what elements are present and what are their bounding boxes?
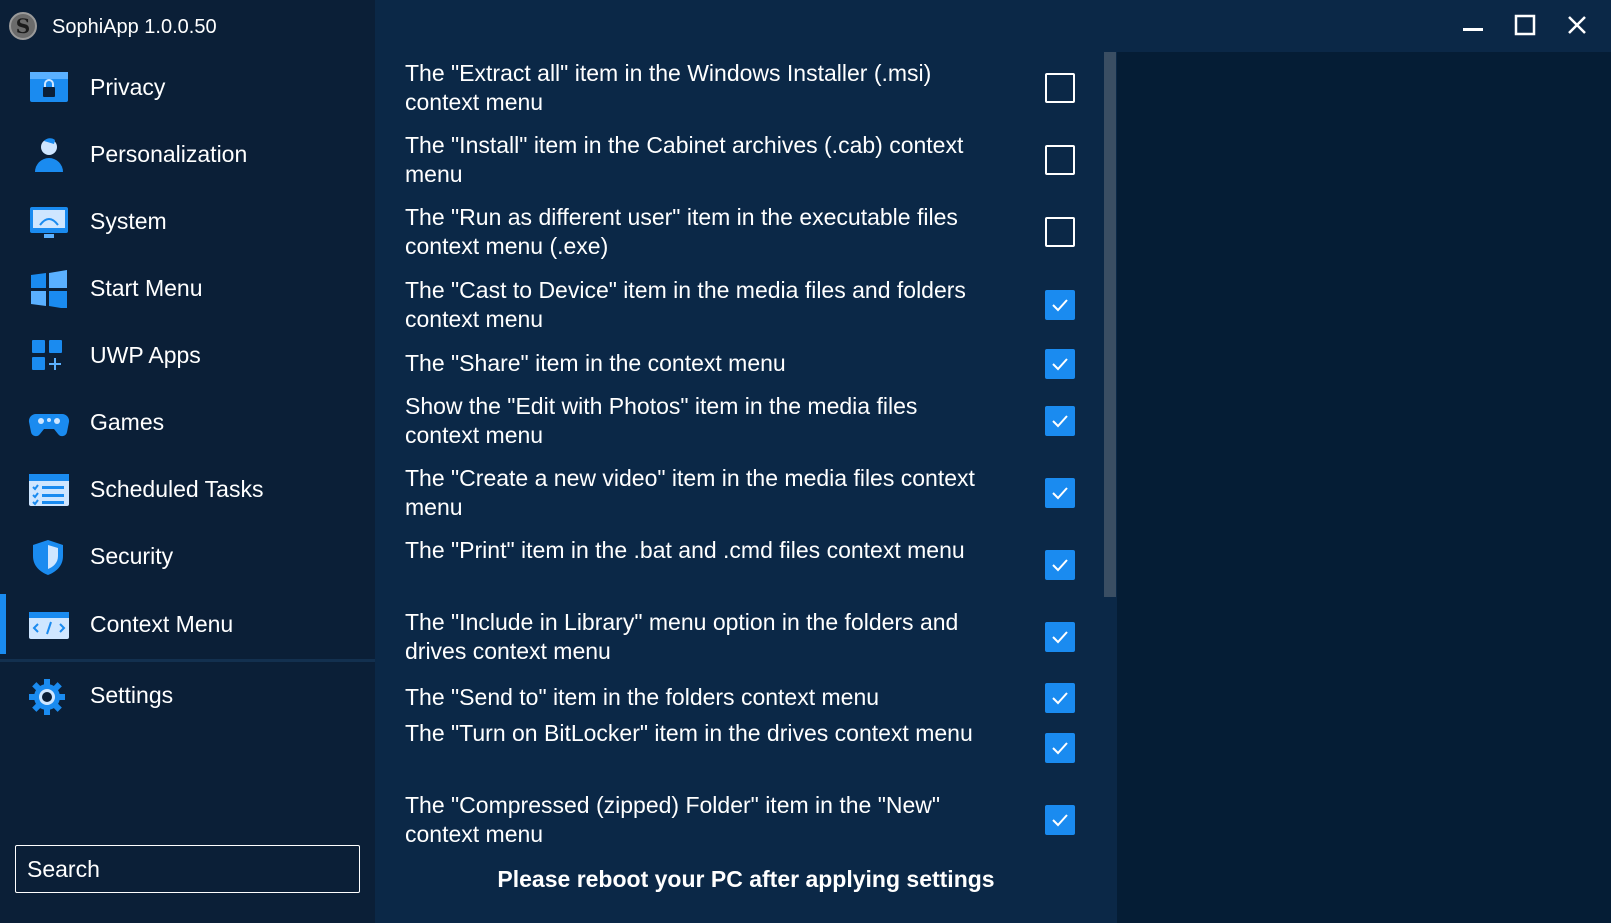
minimize-button[interactable] (1453, 9, 1493, 43)
sidebar-item-settings[interactable]: Settings (0, 665, 375, 725)
system-icon (28, 203, 70, 241)
context-menu-option-row[interactable]: The "Run as different user" item in the … (405, 203, 1095, 263)
sidebar-item-label: Settings (90, 681, 174, 708)
sidebar-item-label: Scheduled Tasks (90, 475, 264, 502)
sidebar-item-security[interactable]: Security (0, 526, 375, 586)
option-checkbox[interactable] (1045, 478, 1075, 508)
option-label: The "Turn on BitLocker" item in the driv… (405, 720, 973, 746)
option-checkbox[interactable] (1045, 406, 1075, 436)
sidebar-item-start-menu[interactable]: Start Menu (0, 258, 375, 318)
shield-icon (28, 538, 70, 576)
scrollbar-thumb[interactable] (1104, 52, 1116, 597)
sidebar-item-context-menu[interactable]: Context Menu (0, 594, 375, 654)
context-menu-option-row[interactable]: The "Create a new video" item in the med… (405, 464, 1095, 524)
option-checkbox[interactable] (1045, 683, 1075, 713)
minimize-icon (1463, 28, 1483, 31)
search-input[interactable] (15, 845, 360, 893)
context-menu-icon (28, 606, 70, 644)
option-checkbox[interactable] (1045, 145, 1075, 175)
checkmark-icon (1052, 631, 1068, 644)
sidebar-item-label: Personalization (90, 140, 248, 167)
sidebar-item-personalization[interactable]: Personalization (0, 124, 375, 184)
option-checkbox[interactable] (1045, 805, 1075, 835)
settings-list-pane: The "Extract all" item in the Windows In… (375, 0, 1117, 923)
sidebar-item-label: Context Menu (90, 610, 234, 637)
option-label: The "Send to" item in the folders contex… (405, 684, 880, 710)
checkmark-icon (1052, 299, 1068, 312)
option-checkbox[interactable] (1045, 290, 1075, 320)
context-menu-option-row[interactable]: The "Install" item in the Cabinet archiv… (405, 131, 1095, 191)
right-pane (1117, 52, 1611, 923)
sidebar-item-system[interactable]: System (0, 191, 375, 251)
context-menu-option-row[interactable]: Show the "Edit with Photos" item in the … (405, 392, 1095, 452)
context-menu-option-row[interactable]: The "Send to" item in the folders contex… (405, 683, 1095, 713)
option-checkbox[interactable] (1045, 733, 1075, 763)
sidebar-item-label: System (90, 207, 167, 234)
option-label: The "Compressed (zipped) Folder" item in… (405, 792, 941, 845)
active-indicator (0, 594, 6, 654)
option-label: The "Run as different user" item in the … (405, 204, 958, 259)
option-checkbox[interactable] (1045, 622, 1075, 652)
sidebar-item-label: Start Menu (90, 274, 203, 301)
app-title: SophiApp 1.0.0.50 (52, 16, 217, 38)
nav-divider (0, 659, 375, 662)
games-icon (28, 404, 70, 442)
option-label: The "Cast to Device" item in the media f… (405, 277, 966, 332)
privacy-icon (28, 69, 70, 107)
checkmark-icon (1052, 559, 1068, 572)
app-logo-icon: S (9, 12, 37, 40)
window-controls (1450, 0, 1611, 52)
scheduled-tasks-icon (28, 471, 70, 509)
option-label: The "Share" item in the context menu (405, 350, 786, 376)
sidebar-item-privacy[interactable]: Privacy (0, 57, 375, 117)
close-button[interactable] (1557, 9, 1597, 43)
settings-list[interactable]: The "Extract all" item in the Windows In… (375, 52, 1117, 845)
sidebar-item-label: UWP Apps (90, 341, 201, 368)
gear-icon (28, 677, 70, 715)
checkmark-icon (1052, 692, 1068, 705)
option-label: Show the "Edit with Photos" item in the … (405, 393, 918, 448)
reboot-note: Please reboot your PC after applying set… (497, 866, 995, 892)
option-label: The "Extract all" item in the Windows In… (405, 60, 932, 115)
checkmark-icon (1052, 415, 1068, 428)
checkmark-icon (1052, 814, 1068, 827)
context-menu-option-row[interactable]: The "Turn on BitLocker" item in the driv… (405, 719, 1095, 779)
sidebar-item-uwp-apps[interactable]: UWP Apps (0, 325, 375, 385)
context-menu-option-row[interactable]: The "Cast to Device" item in the media f… (405, 276, 1095, 336)
close-icon (1568, 16, 1586, 34)
sidebar-item-label: Security (90, 542, 174, 569)
personalization-icon (28, 136, 70, 174)
option-checkbox[interactable] (1045, 73, 1075, 103)
checkmark-icon (1052, 742, 1068, 755)
start-menu-icon (28, 270, 70, 309)
context-menu-option-row[interactable]: The "Share" item in the context menu (405, 349, 1095, 379)
uwp-apps-icon (28, 337, 70, 375)
maximize-button[interactable] (1505, 9, 1545, 43)
maximize-icon (1514, 14, 1536, 36)
option-label: The "Include in Library" menu option in … (405, 609, 959, 664)
context-menu-option-row[interactable]: The "Extract all" item in the Windows In… (405, 59, 1095, 119)
sidebar-item-games[interactable]: Games (0, 392, 375, 452)
sidebar-item-label: Privacy (90, 73, 166, 100)
option-checkbox[interactable] (1045, 217, 1075, 247)
option-label: The "Print" item in the .bat and .cmd fi… (405, 537, 965, 563)
checkmark-icon (1052, 358, 1068, 371)
sidebar-item-label: Games (90, 408, 165, 435)
context-menu-option-row[interactable]: The "Print" item in the .bat and .cmd fi… (405, 536, 1095, 596)
app-title-bar: S SophiApp 1.0.0.50 (0, 0, 375, 52)
checkmark-icon (1052, 487, 1068, 500)
context-menu-option-row[interactable]: The "Compressed (zipped) Folder" item in… (405, 791, 1095, 845)
option-label: The "Create a new video" item in the med… (405, 465, 975, 520)
sidebar-item-scheduled-tasks[interactable]: Scheduled Tasks (0, 459, 375, 519)
sidebar: S SophiApp 1.0.0.50 Privacy Personalizat… (0, 0, 375, 923)
context-menu-option-row[interactable]: The "Include in Library" menu option in … (405, 608, 1095, 668)
option-checkbox[interactable] (1045, 349, 1075, 379)
option-label: The "Install" item in the Cabinet archiv… (405, 132, 964, 187)
option-checkbox[interactable] (1045, 550, 1075, 580)
